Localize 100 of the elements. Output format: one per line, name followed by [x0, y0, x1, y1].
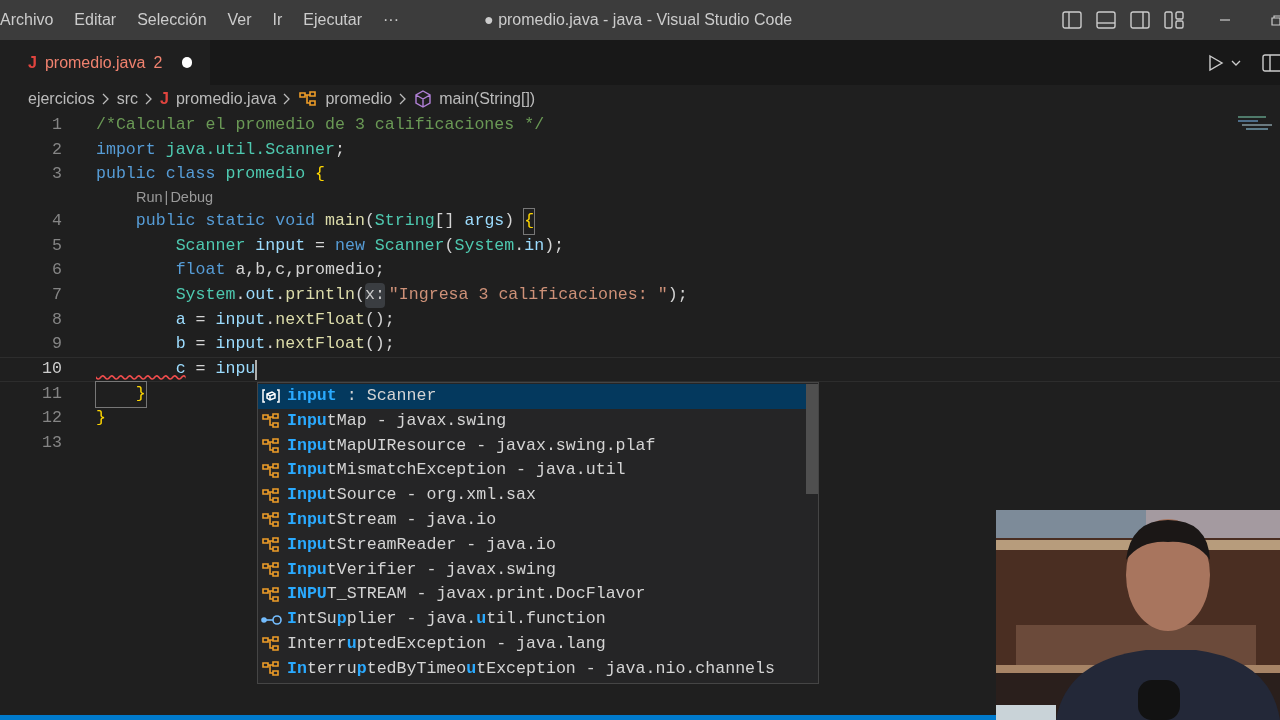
panel-toggle-icon[interactable] [1096, 11, 1116, 29]
suggestion-item[interactable]: InputStreamReader - java.io [258, 532, 806, 558]
breadcrumb-item[interactable]: main(String[]) [439, 87, 536, 111]
suggestion-text: Interr [287, 632, 347, 655]
code-token: nextFloat [275, 333, 365, 356]
breadcrumb-item[interactable]: src [116, 87, 138, 111]
editor-tab[interactable]: J promedio.java 2 [0, 40, 210, 85]
suggestion-item[interactable]: InputStream - java.io [258, 508, 806, 533]
line-number: 3 [51, 163, 62, 186]
suggestion-text: Inpu [287, 459, 327, 482]
menu-item[interactable]: Selección [137, 8, 207, 32]
suggestion-text: tedByTimeo [366, 657, 467, 680]
code-token: ( [444, 234, 455, 257]
menu-item[interactable]: Ejecutar [303, 8, 363, 32]
suggestion-text: terru [306, 657, 357, 680]
suggestion-text: ptedException - java.lang [356, 632, 606, 655]
breadcrumb-item[interactable]: ejercicios [28, 87, 95, 111]
class-icon [261, 437, 281, 455]
codelens-separator: | [164, 188, 169, 208]
code-token: { [314, 163, 326, 186]
code-token: a [174, 308, 186, 331]
suggestion-text: tStreamReader - java.io [326, 533, 556, 556]
class-icon [261, 635, 281, 654]
suggestion-item[interactable]: InputSource - org.xml.sax [258, 483, 806, 508]
sidebar-toggle-icon[interactable] [1062, 11, 1082, 29]
class-icon [261, 585, 281, 604]
code-token: b [174, 333, 186, 356]
suggestion-item[interactable]: InputMap - javax.swing [258, 408, 806, 434]
code-token: java.util.Scanner [164, 138, 335, 161]
code-token: } [96, 407, 106, 430]
menu-item[interactable]: Ir [272, 8, 283, 32]
code-token: ; [335, 138, 345, 161]
code-token: import [96, 138, 156, 161]
suggestion-item[interactable]: IntSupplier - java.util.function [258, 607, 806, 632]
line-number: 12 [41, 407, 62, 430]
codelens-link[interactable]: Debug [170, 187, 214, 209]
suggestion-text: I [287, 608, 297, 631]
suggestion-text: ntSu [296, 608, 337, 631]
split-editor-icon[interactable] [1262, 53, 1280, 72]
line-number: 9 [51, 333, 62, 356]
code-token: = [194, 333, 207, 356]
class-icon [261, 412, 281, 431]
suggestion-text: tMapUIResource - javax.swing.plaf [326, 434, 656, 457]
problem-count: 2 [153, 52, 163, 73]
code-token: (); [364, 333, 395, 356]
class-icon [298, 90, 319, 108]
code-token: input [215, 308, 266, 331]
suggestion-item[interactable]: InterruptedByTimeoutException - java.nio.channels [258, 656, 806, 682]
run-icon[interactable] [1208, 53, 1224, 72]
codelens-link[interactable]: Run [136, 187, 163, 209]
suggestion-text: plier - java. [346, 608, 477, 631]
code-token: = [314, 234, 327, 257]
suggestion-text: : Scanner [345, 384, 437, 407]
code-token: = [194, 358, 207, 381]
code-token: Scanner [373, 234, 445, 257]
menu-item[interactable]: ··· [383, 8, 399, 32]
suggestion-item[interactable]: InputVerifier - javax.swing [258, 557, 806, 583]
code-token: args [464, 209, 505, 232]
code-token: . [265, 333, 276, 356]
suggestion-item[interactable]: InputMapUIResource - javax.swing.plaf [258, 433, 806, 459]
chevron-right-icon [399, 92, 408, 106]
breadcrumb-item[interactable]: promedio [325, 87, 393, 111]
suggestion-text: tMismatchException - java.util [326, 459, 626, 482]
code-token: input [254, 234, 306, 257]
code-token: public class [96, 163, 216, 186]
suggestion-item[interactable]: input : Scanner [258, 384, 806, 409]
code-token: a,b,c,promedio; [234, 259, 385, 282]
line-number: 13 [41, 432, 62, 455]
suggestion-item[interactable]: InputMismatchException - java.util [258, 458, 806, 484]
code-token: String [374, 209, 435, 232]
suggestion-text: p [356, 657, 367, 680]
text-cursor [255, 359, 258, 380]
line-number: 6 [51, 259, 62, 282]
suggestion-text: tException - java.nio.channels [476, 657, 775, 680]
menu-item[interactable]: Editar [74, 8, 117, 32]
interface-icon [261, 613, 283, 626]
breadcrumb-item[interactable]: promedio.java [175, 87, 277, 111]
suggestion-text: Inpu [287, 484, 327, 507]
menu-item[interactable]: Archivo [0, 8, 54, 32]
code-token: ); [544, 234, 565, 257]
suggestion-text: tMap - javax.swing [326, 409, 507, 432]
secondary-sidebar-icon[interactable] [1130, 11, 1150, 29]
menu-item[interactable]: Ver [227, 8, 252, 32]
suggestion-text: T_STREAM - javax.print.DocFlavor [326, 583, 646, 606]
suggestion-text: Inpu [287, 508, 327, 531]
suggestion-item[interactable]: INPUT_STREAM - javax.print.DocFlavor [258, 582, 806, 608]
line-number: 10 [41, 358, 62, 381]
line-number: 7 [51, 284, 62, 307]
code-token: input [215, 333, 266, 356]
suggestion-text: tStream - java.io [326, 508, 497, 531]
suggestion-text: Inpu [287, 409, 327, 432]
code-token: main [324, 209, 365, 232]
suggestion-item[interactable]: InterruptedException - java.lang [258, 631, 806, 657]
chevron-right-icon [283, 92, 292, 106]
java-icon: J [28, 50, 37, 75]
suggestion-text: Inpu [287, 533, 327, 556]
chevron-right-icon [145, 92, 153, 106]
code-token: promedio [224, 163, 306, 186]
variable-icon [261, 388, 281, 405]
layout-icon[interactable] [1164, 11, 1184, 29]
